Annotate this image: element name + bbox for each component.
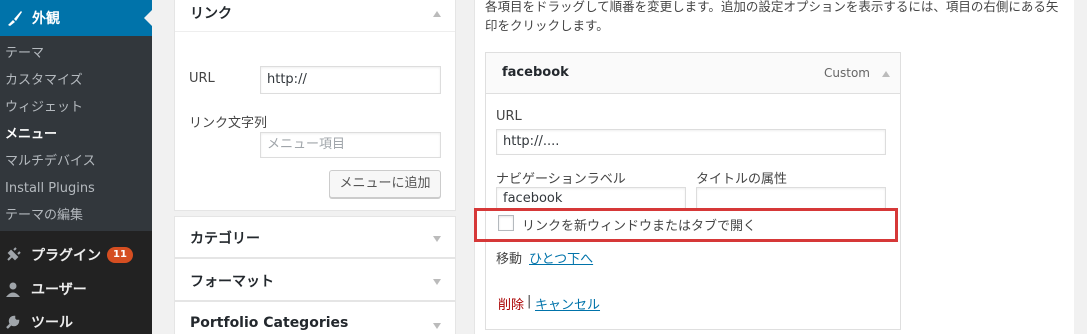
menu-appearance[interactable]: 外観 bbox=[0, 0, 152, 36]
paintbrush-icon bbox=[6, 9, 24, 27]
submenu-item-themes[interactable]: テーマ bbox=[0, 40, 152, 67]
cancel-link[interactable]: キャンセル bbox=[535, 294, 600, 313]
menu-plugins-label: プラグイン bbox=[31, 248, 101, 264]
menu-users[interactable]: ユーザー bbox=[0, 272, 152, 306]
submenu-item-customize[interactable]: カスタマイズ bbox=[0, 67, 152, 94]
expand-arrow-icon[interactable] bbox=[433, 279, 441, 285]
menu-item-title: facebook bbox=[502, 65, 569, 80]
plugin-update-badge: 11 bbox=[107, 247, 133, 263]
submenu-item-install-plugins[interactable]: Install Plugins bbox=[0, 175, 152, 202]
custom-link-url-input[interactable]: http:// bbox=[260, 66, 441, 94]
url-label: URL bbox=[189, 71, 215, 86]
categories-panel[interactable]: カテゴリー bbox=[174, 216, 456, 258]
format-panel-title: フォーマット bbox=[190, 274, 274, 290]
menu-item-type: Custom bbox=[824, 66, 870, 80]
menu-items-accordion: リンク URL http:// リンク文字列 メニュー項目 メニューに追加 カテ… bbox=[174, 0, 456, 334]
portfolio-categories-panel[interactable]: Portfolio Categories bbox=[174, 301, 456, 334]
submenu-item-multidevice[interactable]: マルチデバイス bbox=[0, 148, 152, 175]
user-icon bbox=[5, 281, 21, 297]
menu-tools[interactable]: ツール bbox=[0, 305, 152, 334]
move-label: 移動 bbox=[496, 252, 523, 267]
divider bbox=[175, 31, 455, 32]
add-to-menu-button[interactable]: メニューに追加 bbox=[329, 170, 441, 198]
links-panel: リンク URL http:// リンク文字列 メニュー項目 メニューに追加 bbox=[174, 0, 456, 211]
format-panel[interactable]: フォーマット bbox=[174, 258, 456, 301]
link-text-label: リンク文字列 bbox=[189, 116, 268, 131]
menu-instructions: 各項目をドラッグして順番を変更します。追加の設定オプションを表示するには、項目の… bbox=[485, 0, 1059, 33]
plugin-icon bbox=[5, 247, 21, 263]
menu-tools-label: ツール bbox=[31, 315, 73, 331]
current-menu-arrow bbox=[144, 10, 152, 26]
menu-item-handle[interactable]: facebook Custom bbox=[486, 53, 900, 94]
action-separator: | bbox=[527, 294, 532, 309]
link-text-input[interactable]: メニュー項目 bbox=[260, 132, 441, 158]
item-url-label: URL bbox=[496, 109, 522, 124]
menu-appearance-label: 外観 bbox=[32, 11, 60, 27]
nav-label-label: ナビゲーションラベル bbox=[496, 172, 626, 187]
categories-panel-title: カテゴリー bbox=[190, 231, 260, 247]
submenu-item-widgets[interactable]: ウィジェット bbox=[0, 94, 152, 121]
menu-users-label: ユーザー bbox=[31, 282, 87, 298]
submenu-item-theme-editor[interactable]: テーマの編集 bbox=[0, 202, 152, 229]
item-url-input[interactable]: http://.... bbox=[496, 129, 886, 155]
item-collapse-arrow-icon[interactable] bbox=[882, 71, 890, 77]
admin-sidebar: 外観 テーマ カスタマイズ ウィジェット メニュー マルチデバイス Instal… bbox=[0, 0, 152, 334]
expand-arrow-icon[interactable] bbox=[433, 236, 441, 242]
collapse-arrow-icon[interactable] bbox=[433, 11, 441, 17]
move-down-link[interactable]: ひとつ下へ bbox=[529, 248, 593, 267]
menu-plugins[interactable]: プラグイン 11 bbox=[0, 238, 152, 272]
appearance-submenu: テーマ カスタマイズ ウィジェット メニュー マルチデバイス Install P… bbox=[0, 36, 152, 231]
right-gutter bbox=[1074, 0, 1087, 334]
links-panel-title[interactable]: リンク bbox=[190, 3, 232, 23]
expand-arrow-icon[interactable] bbox=[433, 323, 441, 329]
portfolio-categories-panel-title: Portfolio Categories bbox=[190, 315, 349, 331]
menu-structure-area: 各項目をドラッグして順番を変更します。追加の設定オプションを表示するには、項目の… bbox=[474, 0, 1074, 334]
title-attribute-label: タイトルの属性 bbox=[696, 172, 788, 187]
highlight-annotation bbox=[474, 208, 898, 242]
menu-item-facebook: facebook Custom URL http://.... ナビゲーションラ… bbox=[485, 52, 901, 330]
delete-link[interactable]: 削除 bbox=[498, 294, 524, 313]
submenu-item-menus[interactable]: メニュー bbox=[0, 121, 152, 148]
wrench-icon bbox=[5, 314, 21, 330]
